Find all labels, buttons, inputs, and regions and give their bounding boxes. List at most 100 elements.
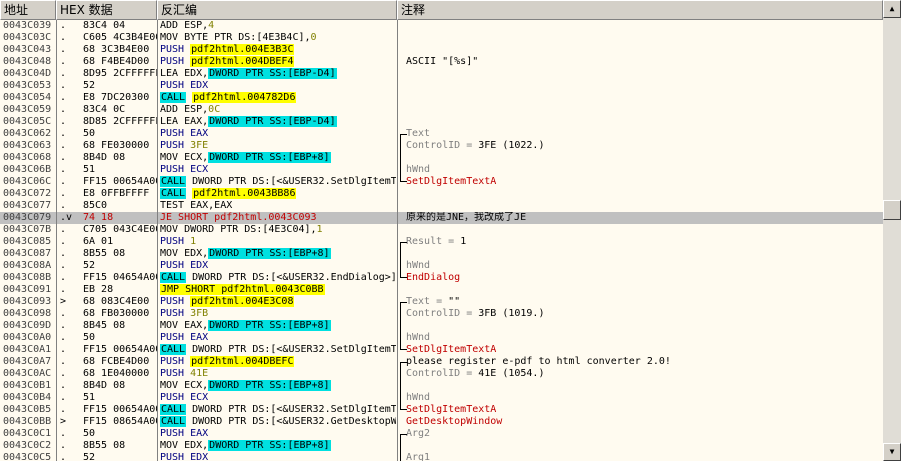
code-row[interactable]: 0043C07B. C705 043C4E00 MOV DWORD PTR DS:[…	[0, 224, 883, 236]
disasm-part: LEA EDX,	[160, 68, 209, 79]
row-jump-marker: .	[60, 164, 67, 175]
scroll-down-button[interactable]: ▼	[883, 443, 901, 461]
disasm-part: CALL	[160, 416, 187, 427]
row-jump-marker: >	[60, 296, 67, 307]
call-arg-bracket	[400, 332, 407, 344]
code-row[interactable]: 0043C03C. C605 4C3B4E00 MOV BYTE PTR DS:[4…	[0, 32, 883, 44]
row-jump-marker: .	[60, 20, 67, 31]
code-row[interactable]: 0043C06B. 51 PUSH ECX hWnd	[0, 164, 883, 176]
code-row[interactable]: 0043C048. 68 F4BE4D00 PUSH pdf2html.004DBE…	[0, 56, 883, 68]
disasm-part: PUSH EDX	[160, 80, 209, 91]
row-disassembly: CALL pdf2html.0043BB86	[160, 188, 396, 200]
code-row[interactable]: 0043C0C5. 52 PUSH EDX Arg1	[0, 452, 883, 461]
row-comment	[406, 92, 882, 104]
header-disasm[interactable]: 反汇编	[157, 0, 397, 20]
header-hex[interactable]: HEX 数据	[56, 0, 157, 20]
code-row[interactable]: 0043C077. 85C0 TEST EAX,EAX	[0, 200, 883, 212]
row-comment	[406, 32, 882, 44]
disasm-part: DWORD PTR SS:[EBP-D4]	[208, 116, 337, 127]
row-hex-bytes: 68 F4BE4D00	[83, 56, 150, 67]
row-disassembly: CALL pdf2html.004782D6	[160, 92, 396, 104]
code-row[interactable]: 0043C0A0. 50 PUSH EAX hWnd	[0, 332, 883, 344]
code-row[interactable]: 0043C059. 83C4 0C ADD ESP,0C	[0, 104, 883, 116]
row-comment	[406, 104, 882, 116]
comment-part: hWnd	[406, 392, 431, 403]
row-address: 0043C0AC	[3, 368, 52, 379]
row-hex-bytes: C605 4C3B4E00	[83, 32, 157, 43]
disasm-part: 3FE	[190, 140, 209, 151]
code-row[interactable]: 0043C0BB > FF15 08654A00 CALL DWORD PTR DS:…	[0, 416, 883, 428]
disasm-part: CALL	[160, 344, 187, 355]
disasm-part: DWORD PTR DS:[<&USER32.SetDlgItemTextA>]	[192, 176, 396, 187]
code-row[interactable]: 0043C04D. 8D95 2CFFFFFF LEA EDX,DWORD PTR …	[0, 68, 883, 80]
disasm-part: PUSH	[160, 56, 191, 67]
row-disassembly: CALL DWORD PTR DS:[<&USER32.SetDlgItemTe…	[160, 344, 396, 356]
disasm-part: DWORD PTR DS:[<&USER32.GetDesktopWindow>…	[192, 416, 396, 427]
comment-part: Text =	[406, 296, 449, 307]
code-row[interactable]: 0043C08A. 52 PUSH EDX hWnd	[0, 260, 883, 272]
code-row[interactable]: 0043C08B. FF15 04654A00 CALL DWORD PTR DS:…	[0, 272, 883, 284]
code-row[interactable]: 0043C039. 83C4 04 ADD ESP,4	[0, 20, 883, 32]
row-jump-marker: .	[60, 224, 67, 235]
row-jump-marker: .	[60, 344, 67, 355]
comment-part: EndDialog	[406, 272, 461, 283]
scroll-thumb[interactable]	[883, 200, 901, 220]
row-hex-bytes: 83C4 04	[83, 20, 126, 31]
code-row[interactable]: 0043C0B4. 51 PUSH ECX hWnd	[0, 392, 883, 404]
code-row[interactable]: 0043C0A7. 68 FCBE4D00 PUSH pdf2html.004DBE…	[0, 356, 883, 369]
code-row[interactable]: 0043C062. 50 PUSH EAX Text	[0, 128, 883, 141]
disasm-part: PUSH	[160, 308, 191, 319]
disasm-part: DWORD PTR DS:[<&USER32.EndDialog>]	[186, 272, 396, 283]
disassembly-pane[interactable]: 0043C039. 83C4 04 ADD ESP,4 0043C03C. C605 4…	[0, 20, 883, 461]
code-row[interactable]: 0043C0AC. 68 1E040000 PUSH 41E ControlID = …	[0, 368, 883, 380]
code-row[interactable]: 0043C093 >68 083C4E00 PUSH pdf2html.004E3C…	[0, 296, 883, 309]
call-arg-bracket	[400, 272, 407, 278]
row-address: 0043C0BB	[3, 416, 52, 427]
disasm-part: ADD ESP,	[160, 20, 209, 31]
row-comment: Text = ""	[406, 296, 882, 308]
code-row[interactable]: 0043C09D. 8B45 08 MOV EAX,DWORD PTR SS:[EB…	[0, 320, 883, 332]
vertical-scrollbar[interactable]: ▲ ▼	[883, 0, 901, 461]
disasm-part: MOV EDX,	[160, 440, 209, 451]
disasm-part: 4	[208, 20, 215, 31]
code-row[interactable]: 0043C053. 52 PUSH EDX	[0, 80, 883, 92]
code-row[interactable]: 0043C054. E8 7DC20300 CALL pdf2html.004782…	[0, 92, 883, 104]
header-address[interactable]: 地址	[0, 0, 56, 20]
code-row[interactable]: 0043C0A1. FF15 00654A00 CALL DWORD PTR DS:…	[0, 344, 883, 356]
code-row[interactable]: 0043C05C. 8D85 2CFFFFFF LEA EAX,DWORD PTR …	[0, 116, 883, 128]
row-disassembly: PUSH EDX	[160, 452, 396, 461]
disasm-part: PUSH EDX	[160, 452, 209, 461]
row-hex-bytes: 68 FB030000	[83, 308, 150, 319]
code-row[interactable]: 0043C0B5. FF15 00654A00 CALL DWORD PTR DS:…	[0, 404, 883, 416]
header-comment[interactable]: 注释	[397, 0, 883, 20]
code-row[interactable]: 0043C043. 68 3C3B4E00 PUSH pdf2html.004E3B…	[0, 44, 883, 56]
code-row[interactable]: 0043C072. E8 0FFBFFFF CALL pdf2html.0043BB…	[0, 188, 883, 200]
comment-part: Result =	[406, 236, 461, 247]
row-disassembly: CALL DWORD PTR DS:[<&USER32.EndDialog>]	[160, 272, 396, 284]
call-arg-bracket	[400, 308, 407, 320]
row-disassembly: PUSH EAX	[160, 332, 396, 344]
scroll-up-button[interactable]: ▲	[883, 0, 901, 18]
code-row[interactable]: 0043C098. 68 FB030000 PUSH 3FB ControlID = …	[0, 308, 883, 320]
code-row[interactable]: 0043C063. 68 FE030000 PUSH 3FE ControlID = …	[0, 140, 883, 152]
code-row[interactable]: 0043C085. 6A 01 PUSH 1 Result = 1	[0, 236, 883, 249]
call-arg-bracket	[400, 320, 407, 332]
code-row[interactable]: 0043C091. EB 28 JMP SHORT pdf2html.0043C0B…	[0, 284, 883, 296]
comment-part: hWnd	[406, 260, 431, 271]
row-disassembly: PUSH EAX	[160, 428, 396, 440]
code-row[interactable]: 0043C068. 8B4D 08 MOV ECX,DWORD PTR SS:[EB…	[0, 152, 883, 164]
disasm-part: 3FB	[190, 308, 209, 319]
call-arg-bracket	[400, 164, 407, 176]
row-hex-bytes: 50	[83, 428, 96, 439]
code-row[interactable]: 0043C079 .v 74 18 JE SHORT pdf2html.0043C09…	[0, 212, 883, 224]
code-row[interactable]: 0043C087. 8B55 08 MOV EDX,DWORD PTR SS:[EB…	[0, 248, 883, 260]
comment-part: ""	[448, 296, 461, 307]
code-row[interactable]: 0043C0B1. 8B4D 08 MOV ECX,DWORD PTR SS:[EB…	[0, 380, 883, 392]
code-row[interactable]: 0043C0C1. 50 PUSH EAX Arg2	[0, 428, 883, 441]
row-disassembly: MOV EDX,DWORD PTR SS:[EBP+8]	[160, 248, 396, 260]
disasm-part: pdf2html.004DBEFC	[190, 356, 295, 367]
row-address: 0043C043	[3, 44, 52, 55]
code-row[interactable]: 0043C0C2. 8B55 08 MOV EDX,DWORD PTR SS:[EB…	[0, 440, 883, 452]
code-row[interactable]: 0043C06C. FF15 00654A00 CALL DWORD PTR DS:…	[0, 176, 883, 188]
row-comment	[406, 248, 882, 260]
